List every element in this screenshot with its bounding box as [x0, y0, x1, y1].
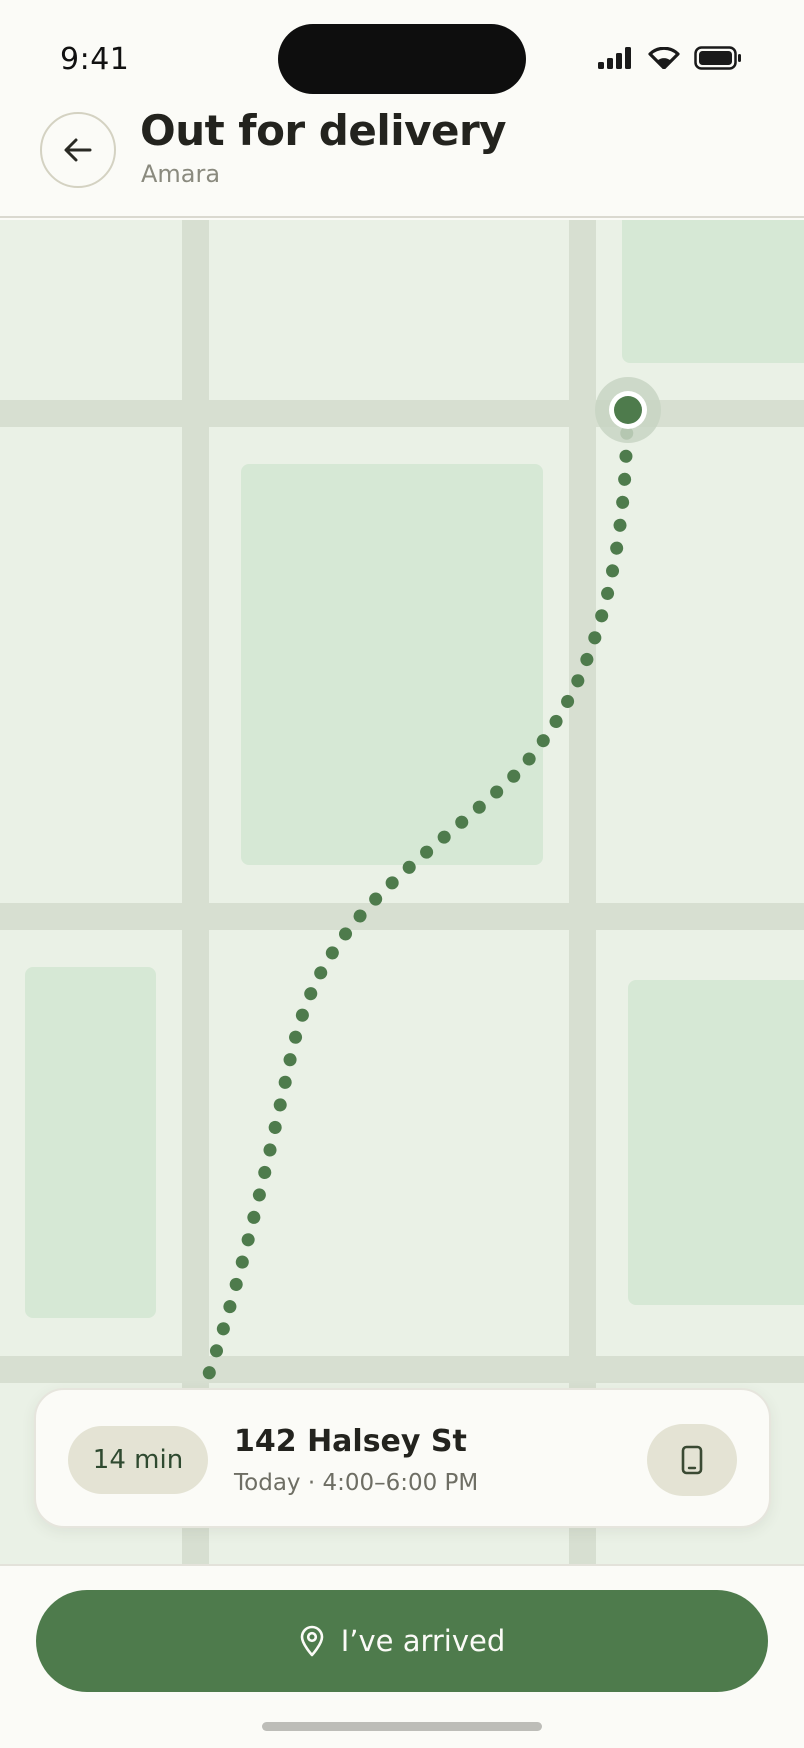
dynamic-island	[278, 24, 526, 94]
bottom-action-area: I’ve arrived	[0, 1564, 804, 1748]
delivery-address: 142 Halsey St	[234, 1424, 467, 1459]
park-block	[241, 464, 543, 865]
header: Out for delivery Amara	[0, 100, 804, 218]
cellular-signal-icon	[598, 47, 631, 69]
arrived-button-label: I’ve arrived	[340, 1624, 506, 1658]
arrived-button[interactable]: I’ve arrived	[36, 1590, 768, 1692]
status-time: 9:41	[60, 42, 130, 77]
map-view[interactable]	[0, 220, 804, 1564]
park-block	[622, 220, 804, 363]
back-button[interactable]	[40, 112, 116, 188]
wifi-icon	[648, 47, 680, 69]
arrow-left-icon	[64, 138, 92, 162]
status-icons	[598, 46, 742, 70]
location-pin-icon	[300, 1625, 324, 1657]
call-button[interactable]	[647, 1424, 737, 1496]
road	[0, 903, 804, 930]
park-block	[25, 967, 156, 1318]
home-indicator	[262, 1722, 542, 1731]
map-canvas	[0, 220, 804, 1564]
page-title: Out for delivery	[140, 106, 507, 155]
battery-icon	[694, 46, 741, 70]
phone-icon	[681, 1445, 703, 1475]
road	[0, 1356, 804, 1383]
recipient-name: Amara	[141, 160, 221, 188]
road	[0, 400, 804, 427]
courier-marker	[614, 396, 642, 424]
eta-badge: 14 min	[68, 1426, 208, 1494]
delivery-window: Today · 4:00–6:00 PM	[234, 1470, 479, 1496]
delivery-info-card: 14 min 142 Halsey St Today · 4:00–6:00 P…	[34, 1388, 771, 1528]
status-bar: 9:41	[0, 0, 804, 110]
park-block	[628, 980, 804, 1305]
